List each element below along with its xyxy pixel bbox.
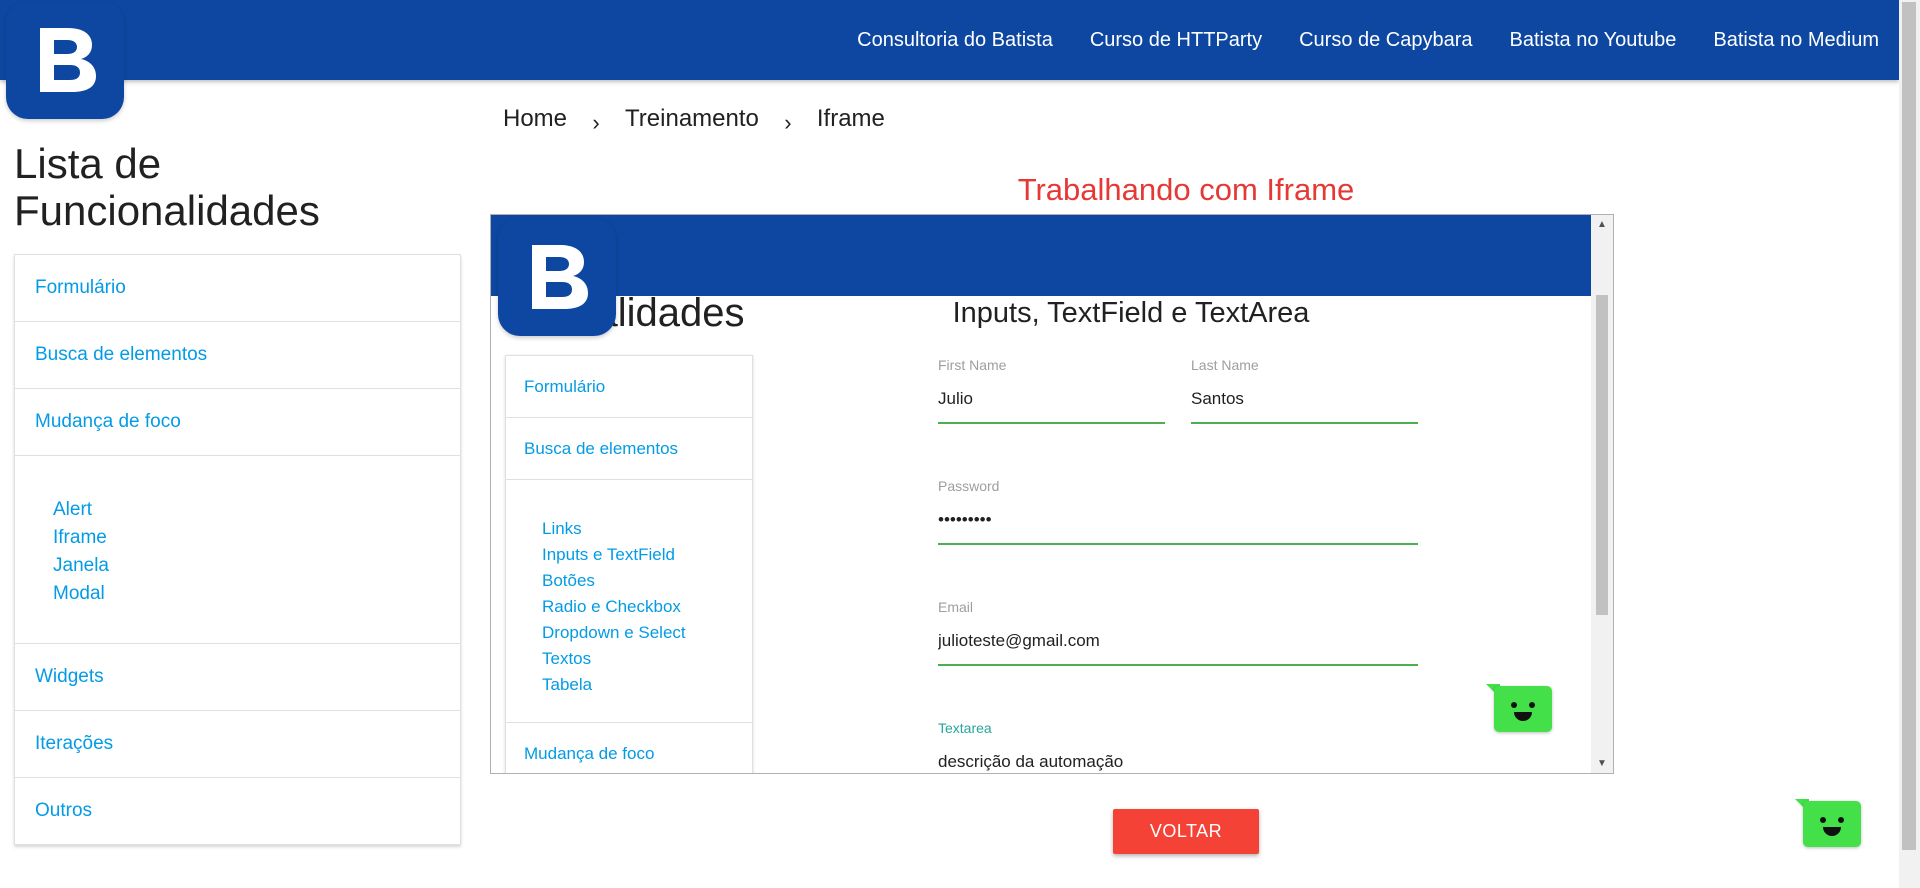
iframe-sidebar-submenu: Links Inputs e TextField Botões Radio e … [506,480,752,723]
nav-link-consultoria[interactable]: Consultoria do Batista [857,29,1053,52]
top-navbar: Consultoria do Batista Curso de HTTParty… [0,0,1899,80]
iframe-subitem-dropdown-select[interactable]: Dropdown e Select [542,620,752,646]
email-field: Email [938,599,1418,666]
nav-link-capybara[interactable]: Curso de Capybara [1299,29,1472,52]
email-label: Email [938,599,974,615]
chat-bot-button[interactable] [1795,799,1861,847]
iframe-subitem-links[interactable]: Links [542,516,752,542]
first-name-field: First Name [938,357,1165,424]
sidebar-item-outros[interactable]: Outros [15,778,460,844]
first-name-input[interactable] [938,377,1165,424]
password-field: Password [938,478,1418,545]
iframe-brand-logo[interactable] [498,218,616,336]
textarea-field: Textarea descrição da automação [938,720,1418,773]
sidebar-menu: Formulário Busca de elementos Mudança de… [14,254,461,845]
iframe-subitem-tabela[interactable]: Tabela [542,672,752,698]
first-name-label: First Name [938,357,1007,373]
scroll-down-arrow-icon[interactable]: ▼ [1597,758,1607,769]
password-label: Password [938,478,1000,494]
page-title: Trabalhando com Iframe [1017,172,1355,207]
nav-link-httparty[interactable]: Curso de HTTParty [1090,29,1262,52]
sidebar-title: Lista de Funcionalidades [14,140,320,234]
scroll-up-arrow-icon[interactable]: ▲ [1597,219,1607,230]
sidebar-subitem-janela[interactable]: Janela [53,552,460,580]
bot-mouth-icon [1514,712,1532,721]
logo-b-icon [40,28,96,92]
sidebar-subitem-alert[interactable]: Alert [53,496,460,524]
iframe-sidebar-item-formulario[interactable]: Formulário [506,356,752,418]
page-scrollbar[interactable] [1899,0,1920,888]
chevron-right-icon: › [784,110,792,135]
iframe-sidebar-item-busca[interactable]: Busca de elementos [506,418,752,480]
last-name-label: Last Name [1191,357,1259,373]
iframe-sidebar-menu: Formulário Busca de elementos Links Inpu… [505,355,753,773]
breadcrumb-home[interactable]: Home [503,105,567,133]
brand-logo[interactable] [6,1,124,119]
smiley-chat-icon [1494,686,1552,732]
nav-link-youtube[interactable]: Batista no Youtube [1510,29,1677,52]
smiley-chat-icon [1803,801,1861,847]
last-name-field: Last Name [1191,357,1418,424]
last-name-input[interactable] [1191,377,1418,424]
form-title: Inputs, TextField e TextArea [952,297,1310,329]
iframe-subitem-textos[interactable]: Textos [542,646,752,672]
sidebar-subitem-modal[interactable]: Modal [53,580,460,608]
nav-link-medium[interactable]: Batista no Medium [1713,29,1879,52]
iframe-subitem-radio-checkbox[interactable]: Radio e Checkbox [542,594,752,620]
iframe-subitem-inputs[interactable]: Inputs e TextField [542,542,752,568]
bot-eye-icon [1529,702,1535,708]
sidebar-item-widgets[interactable]: Widgets [15,644,460,711]
password-input[interactable] [938,498,1418,545]
chevron-right-icon: › [592,110,600,135]
sidebar-item-iteracoes[interactable]: Iterações [15,711,460,778]
iframe-chat-bot-button[interactable] [1486,684,1552,732]
email-input[interactable] [938,619,1418,666]
sidebar-item-formulario[interactable]: Formulário [15,255,460,322]
page-scrollbar-thumb[interactable] [1902,2,1916,850]
bot-mouth-icon [1823,827,1841,836]
bot-eye-icon [1820,817,1826,823]
sidebar-submenu: Alert Iframe Janela Modal [15,456,460,644]
textarea-label: Textarea [938,720,992,736]
iframe-scrollbar-thumb[interactable] [1596,295,1608,615]
iframe-scrollbar[interactable]: ▲ ▼ [1591,215,1613,773]
textarea-input[interactable]: descrição da automação [938,740,1418,773]
sidebar-item-mudanca-foco[interactable]: Mudança de foco [15,389,460,456]
breadcrumb-iframe[interactable]: Iframe [817,105,885,133]
sidebar-subitem-iframe[interactable]: Iframe [53,524,460,552]
logo-b-icon [532,245,588,309]
bot-eye-icon [1511,702,1517,708]
iframe-frame[interactable]: onalidades Formulário Busca de elementos… [490,214,1614,774]
breadcrumb-treinamento[interactable]: Treinamento [625,105,759,133]
iframe-sidebar-item-mudanca-foco[interactable]: Mudança de foco [506,723,752,773]
nav-links: Consultoria do Batista Curso de HTTParty… [820,0,1879,80]
bot-eye-icon [1838,817,1844,823]
sidebar-item-busca[interactable]: Busca de elementos [15,322,460,389]
iframe-navbar [491,215,1591,296]
breadcrumb: Home › Treinamento › Iframe [503,105,885,135]
voltar-button[interactable]: VOLTAR [1113,809,1259,854]
iframe-subitem-botoes[interactable]: Botões [542,568,752,594]
